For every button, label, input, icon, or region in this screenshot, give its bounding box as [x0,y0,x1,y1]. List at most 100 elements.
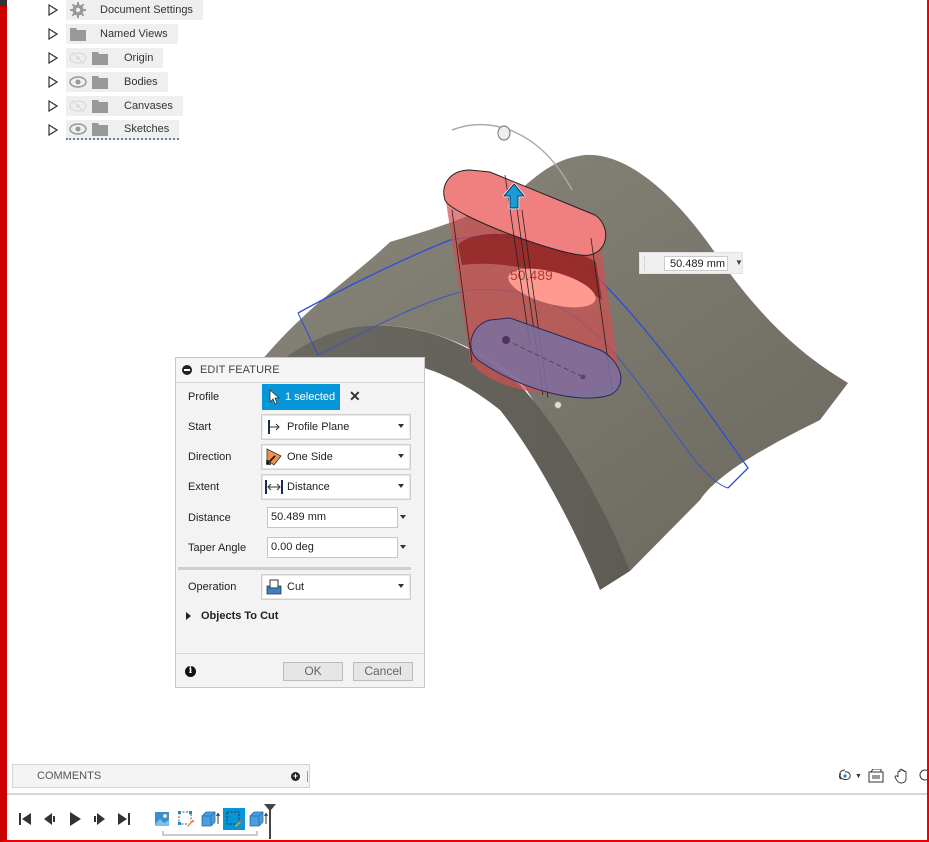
expand-triangle-icon [186,612,191,620]
folder-icon [90,74,110,90]
profile-label: Profile [188,391,220,403]
distance-input[interactable]: 50.489 mm [267,507,398,528]
tree-item-origin[interactable]: Origin [44,48,164,68]
rotate-manipulator-handle[interactable] [497,125,511,141]
extent-row: Extent Distance [176,474,424,502]
canvas-image-icon [155,812,169,826]
eye-icon[interactable] [68,74,88,90]
comments-panel[interactable]: COMMENTS + [12,764,310,788]
tree-item-canvases[interactable]: Canvases [44,96,183,116]
zoom-icon[interactable] [918,769,928,783]
tree-item-label: Canvases [124,100,173,112]
extent-label: Extent [188,481,220,493]
orbit-icon[interactable] [837,768,853,784]
extent-value: Distance [287,481,330,493]
start-label: Start [188,421,212,433]
folder-icon [90,98,110,114]
start-select[interactable]: Profile Plane [261,414,411,440]
tree-item-label: Sketches [124,123,170,135]
taper-angle-dropdown-caret[interactable] [400,545,406,549]
frame-corner [0,0,7,6]
collapse-icon[interactable] [182,365,192,375]
dialog-title: EDIT FEATURE [200,364,280,376]
start-row: Start Profile Plane [176,414,424,442]
distance-row: Distance 50.489 mm [176,505,424,533]
add-comment-icon[interactable]: + [291,772,300,781]
tree-item-document-settings[interactable]: Document Settings [44,0,203,20]
drag-grip[interactable] [644,256,648,271]
expand-icon[interactable] [48,52,58,64]
taper-angle-label: Taper Angle [188,542,247,554]
timeline-item-sketch[interactable] [175,808,197,830]
expand-icon[interactable] [48,76,58,88]
timeline-item-canvas[interactable] [151,808,173,830]
tree-item-label: Named Views [100,28,168,40]
navigation-bar: ▼ [833,764,929,788]
timeline-marker-icon[interactable] [263,803,277,839]
folder-icon [68,26,88,42]
profile-selection-button[interactable]: 1 selected [262,384,340,410]
info-icon[interactable]: i [185,666,196,677]
operation-select[interactable]: Cut [261,574,411,600]
cancel-button[interactable]: Cancel [353,662,413,681]
expand-icon[interactable] [48,124,58,136]
dropdown-caret-icon [398,584,404,588]
sketch-icon [226,811,242,827]
cursor-icon [269,389,281,405]
expand-icon[interactable] [48,100,58,112]
panel-resize-handle[interactable] [307,771,308,782]
sketch-icon [178,811,194,827]
direction-value: One Side [287,451,333,463]
objects-to-cut-label: Objects To Cut [201,610,279,622]
edit-feature-dialog: EDIT FEATURE Profile 1 selected ✕ Start … [175,357,425,688]
folder-icon [90,50,110,66]
profile-plane-icon [265,418,283,436]
section-divider [178,567,411,570]
extent-select[interactable]: Distance [261,474,411,500]
expand-icon[interactable] [48,28,58,40]
timeline-group-bracket [162,831,258,836]
clear-selection-icon[interactable]: ✕ [349,388,361,405]
go-to-start-icon[interactable] [17,811,33,827]
operation-row: Operation Cut [176,574,424,602]
profile-row: Profile 1 selected ✕ [176,384,424,412]
start-value: Profile Plane [287,421,350,433]
go-to-end-icon[interactable] [116,811,132,827]
gear-icon [68,2,88,18]
dimension-value[interactable]: 50.489 mm [664,256,728,271]
distance-label: Distance [188,512,231,524]
profile-selection-value: 1 selected [285,391,336,403]
cut-icon [265,578,283,596]
dropdown-caret-icon [398,424,404,428]
one-side-icon [265,448,283,466]
timeline-item-extrude[interactable] [199,808,221,830]
tree-item-label: Origin [124,52,154,64]
taper-angle-input[interactable]: 0.00 deg [267,537,398,558]
eye-hidden-icon[interactable] [68,50,88,66]
distance-dropdown-caret[interactable] [400,515,406,519]
timeline-item-sketch-active[interactable] [223,808,245,830]
operation-value: Cut [287,581,305,593]
direction-select[interactable]: One Side [261,444,411,470]
eye-hidden-icon[interactable] [68,98,88,114]
dialog-header[interactable]: EDIT FEATURE [176,358,424,383]
manipulator-origin[interactable] [554,401,562,409]
orbit-dropdown-caret[interactable]: ▼ [855,773,862,780]
dropdown-caret-icon [398,454,404,458]
ok-button[interactable]: OK [283,662,343,681]
eye-icon[interactable] [68,121,88,137]
tree-item-named-views[interactable]: Named Views [44,24,178,44]
objects-to-cut-toggle[interactable]: Objects To Cut [186,610,278,622]
tree-item-bodies[interactable]: Bodies [44,72,168,92]
expand-icon[interactable] [48,4,58,16]
dimension-dropdown-caret[interactable]: ▼ [735,258,743,267]
tree-item-sketches[interactable]: Sketches [44,120,180,140]
look-at-icon[interactable] [868,769,884,783]
operation-label: Operation [188,581,237,593]
step-back-icon[interactable] [42,811,58,827]
pan-icon[interactable] [894,768,910,784]
distance-dimension-input[interactable]: 50.489 mm ▼ [639,252,743,274]
timeline [7,793,927,842]
step-forward-icon[interactable] [91,811,107,827]
play-icon[interactable] [67,811,83,827]
